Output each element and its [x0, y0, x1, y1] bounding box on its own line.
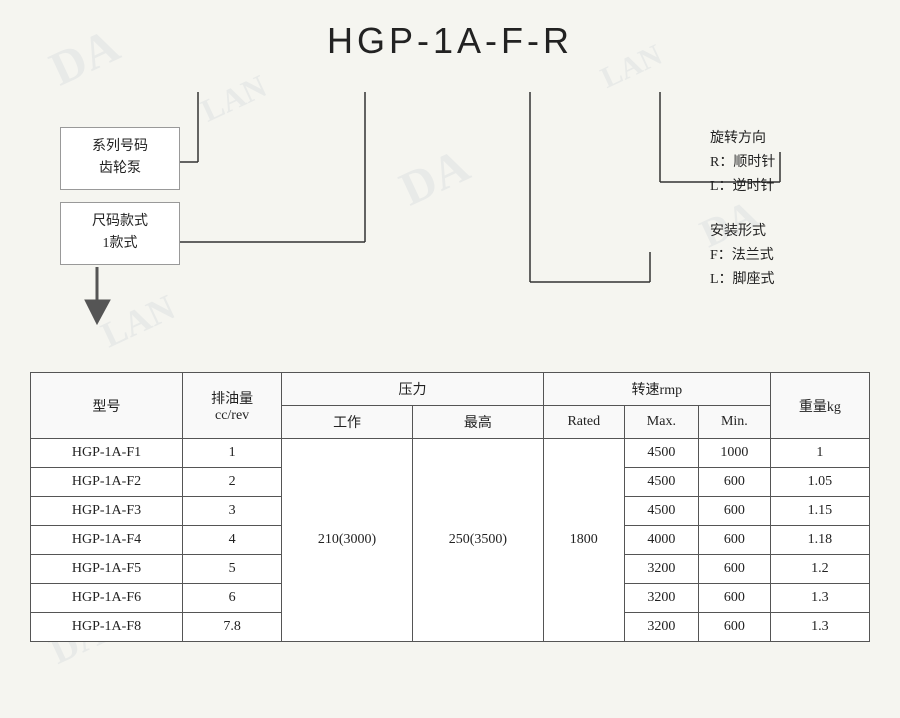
- cell-weight: 1.3: [770, 613, 869, 642]
- label-series: 系列号码 齿轮泵: [60, 127, 180, 190]
- label-mount: 安装形式 F：法兰式 L：脚座式: [710, 220, 840, 291]
- label-rotation: 旋转方向 R：顺时针 L：逆时针: [710, 127, 840, 198]
- cell-speed-max: 3200: [624, 613, 698, 642]
- cell-speed-min: 600: [698, 526, 770, 555]
- col-header-pressure-work: 工作: [282, 406, 413, 439]
- col-header-weight: 重量kg: [770, 373, 869, 439]
- cell-weight: 1.15: [770, 497, 869, 526]
- cell-speed-min: 600: [698, 468, 770, 497]
- col-header-speed-rated: Rated: [543, 406, 624, 439]
- cell-speed-max: 4500: [624, 439, 698, 468]
- cell-weight: 1.2: [770, 555, 869, 584]
- cell-pressure-max: 250(3500): [412, 439, 543, 642]
- col-header-speed-max: Max.: [624, 406, 698, 439]
- cell-displacement: 7.8: [183, 613, 282, 642]
- cell-speed-max: 3200: [624, 584, 698, 613]
- cell-pressure-work: 210(3000): [282, 439, 413, 642]
- cell-displacement: 3: [183, 497, 282, 526]
- cell-speed-max: 3200: [624, 555, 698, 584]
- page-title: HGP-1A-F-R: [30, 20, 870, 62]
- cell-weight: 1.18: [770, 526, 869, 555]
- cell-speed-min: 600: [698, 613, 770, 642]
- cell-model: HGP-1A-F8: [31, 613, 183, 642]
- data-table: 型号 排油量 cc/rev 压力 转速rmp 重量kg 工作 最高 Rated …: [30, 372, 870, 642]
- cell-model: HGP-1A-F1: [31, 439, 183, 468]
- cell-displacement: 4: [183, 526, 282, 555]
- cell-speed-min: 600: [698, 584, 770, 613]
- cell-model: HGP-1A-F2: [31, 468, 183, 497]
- col-header-model: 型号: [31, 373, 183, 439]
- diagram-area: 系列号码 齿轮泵 尺码款式 1款式 旋转方向 R：顺时针 L：逆时针 安装形式 …: [30, 72, 870, 352]
- cell-displacement: 1: [183, 439, 282, 468]
- cell-displacement: 6: [183, 584, 282, 613]
- cell-speed-min: 600: [698, 555, 770, 584]
- cell-weight: 1: [770, 439, 869, 468]
- cell-speed-max: 4500: [624, 468, 698, 497]
- cell-weight: 1.05: [770, 468, 869, 497]
- cell-speed-max: 4500: [624, 497, 698, 526]
- cell-model: HGP-1A-F4: [31, 526, 183, 555]
- col-header-displacement: 排油量 cc/rev: [183, 373, 282, 439]
- cell-model: HGP-1A-F5: [31, 555, 183, 584]
- cell-model: HGP-1A-F6: [31, 584, 183, 613]
- cell-speed-rated: 1800: [543, 439, 624, 642]
- col-header-pressure-max: 最高: [412, 406, 543, 439]
- cell-displacement: 5: [183, 555, 282, 584]
- cell-model: HGP-1A-F3: [31, 497, 183, 526]
- col-header-speed: 转速rmp: [543, 373, 770, 406]
- label-size: 尺码款式 1款式: [60, 202, 180, 265]
- table-row: HGP-1A-F11210(3000)250(3500)180045001000…: [31, 439, 870, 468]
- cell-speed-min: 600: [698, 497, 770, 526]
- cell-weight: 1.3: [770, 584, 869, 613]
- cell-speed-min: 1000: [698, 439, 770, 468]
- cell-displacement: 2: [183, 468, 282, 497]
- cell-speed-max: 4000: [624, 526, 698, 555]
- col-header-speed-min: Min.: [698, 406, 770, 439]
- col-header-pressure: 压力: [282, 373, 544, 406]
